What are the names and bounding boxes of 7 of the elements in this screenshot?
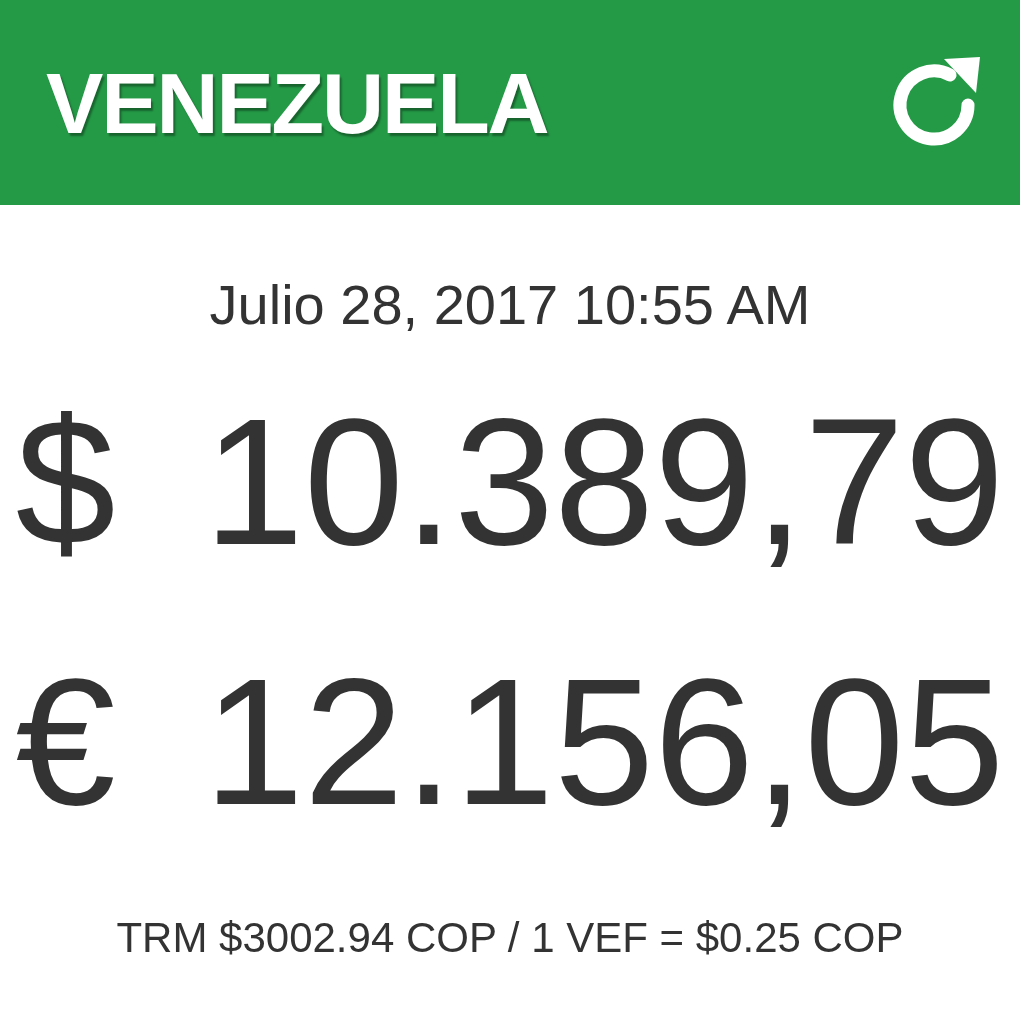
- exchange-note: TRM $3002.94 COP / 1 VEF = $0.25 COP: [116, 917, 904, 959]
- date-time: Julio 28, 2017 10:55 AM: [209, 277, 811, 333]
- currency-symbol: €: [15, 647, 116, 837]
- app-title: VENEZUELA: [46, 59, 548, 146]
- rate-amount: 10.389,79: [203, 387, 1005, 577]
- rate-amount: 12.156,05: [203, 647, 1005, 837]
- currency-symbol: $: [15, 387, 116, 577]
